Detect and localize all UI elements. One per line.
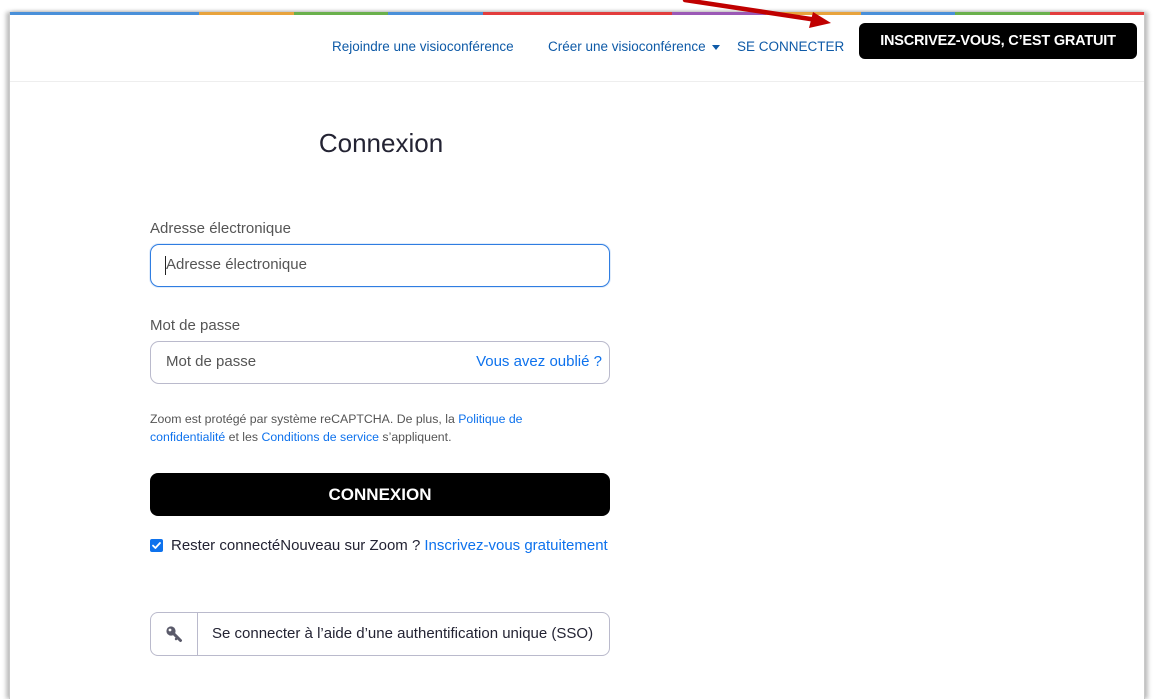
terms-of-service-link[interactable]: Conditions de service (261, 430, 379, 444)
recaptcha-middle: et les (225, 430, 262, 444)
recaptcha-prefix: Zoom est protégé par système reCAPTCHA. … (150, 412, 459, 426)
checkmark-icon (152, 542, 161, 549)
host-meeting-label: Créer une visioconférence (548, 39, 706, 54)
signup-free-button[interactable]: INSCRIVEZ-VOUS, C’EST GRATUIT (859, 23, 1137, 59)
host-meeting-dropdown[interactable]: Créer une visioconférence (548, 39, 720, 54)
annotation-arrow-icon (682, 0, 831, 28)
key-icon (166, 626, 182, 642)
recaptcha-suffix: s’appliquent. (379, 430, 452, 444)
browser-page: Rejoindre une visioconférence Créer une … (9, 12, 1145, 699)
page-title: Connexion (318, 128, 444, 158)
sso-icon-cell (151, 613, 198, 655)
password-placeholder: Mot de passe (166, 353, 257, 370)
signup-free-link[interactable]: Inscrivez-vous gratuitement (424, 537, 607, 554)
password-label: Mot de passe (150, 317, 241, 334)
sign-in-button[interactable]: CONNEXION (150, 473, 610, 516)
chevron-down-icon (711, 44, 720, 50)
stay-signed-in-label: Rester connecté (171, 537, 281, 554)
top-navigation-bar: Rejoindre une visioconférence Créer une … (10, 15, 1144, 82)
new-user-text: Nouveau sur Zoom ? (280, 537, 421, 554)
sign-in-link[interactable]: SE CONNECTER (737, 39, 844, 54)
stay-signed-in-checkbox[interactable] (150, 539, 163, 552)
sso-sign-in-button[interactable]: Se connecter à l’aide d’une authentifica… (150, 612, 610, 656)
join-meeting-link[interactable]: Rejoindre une visioconférence (332, 39, 514, 54)
recaptcha-notice: Zoom est protégé par système reCAPTCHA. … (150, 410, 570, 446)
email-label: Adresse électronique (150, 220, 291, 237)
stay-signed-in-row: Rester connecté Nouveau sur Zoom ? Inscriv… (150, 537, 608, 554)
forgot-password-link[interactable]: Vous avez oublié ? (476, 353, 602, 370)
email-field[interactable]: Adresse électronique (150, 244, 610, 287)
password-field[interactable]: Mot de passe Vous avez oublié ? (150, 341, 610, 384)
email-placeholder: Adresse électronique (166, 256, 307, 273)
sso-label: Se connecter à l’aide d’une authentifica… (212, 625, 594, 642)
